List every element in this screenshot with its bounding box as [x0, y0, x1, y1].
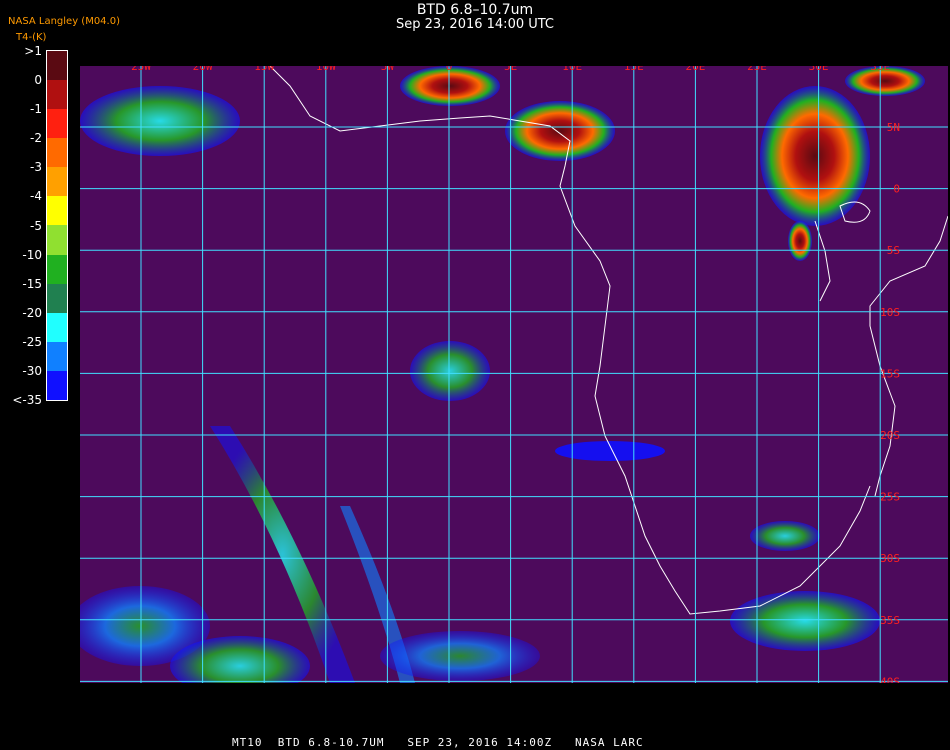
cloud-central-africa-storm — [760, 86, 870, 226]
latitude-label: 15S — [880, 367, 900, 380]
footer-caption: MT10 BTD 6.8-10.7UM SEP 23, 2016 14:00Z … — [232, 736, 644, 749]
legend-swatch — [47, 109, 67, 139]
cloud-south-atlantic-patch — [410, 341, 490, 401]
longitude-label: 5W — [381, 66, 395, 73]
legend-label: -10 — [22, 247, 42, 262]
east-africa-coast — [869, 215, 948, 497]
legend-swatch — [47, 254, 67, 284]
cloud-equatorial-atlantic — [80, 86, 240, 156]
longitude-label: 10E — [562, 66, 582, 73]
legend-swatch — [47, 196, 67, 226]
legend-label: -5 — [30, 218, 42, 233]
credit-label: NASA Langley (M04.0) — [8, 16, 120, 27]
latitude-label: 30S — [880, 552, 900, 565]
longitude-label: 10W — [316, 66, 336, 73]
cloud-congo-cell — [788, 221, 812, 261]
latitude-label: 10S — [880, 306, 900, 319]
cloud-south-africa-east — [730, 591, 880, 651]
legend-swatch — [47, 341, 67, 371]
longitude-label: 20W — [193, 66, 213, 73]
legend-swatch — [47, 138, 67, 168]
legend-label: <-35 — [12, 393, 42, 407]
legend-label: -20 — [22, 305, 42, 320]
latitude-label: 25S — [880, 491, 900, 504]
legend-swatch — [47, 370, 67, 400]
cloud-namibia-blue — [555, 441, 665, 461]
legend-label: 0 — [34, 73, 42, 88]
legend-swatch — [47, 283, 67, 313]
longitude-label: 25E — [747, 66, 767, 73]
legend-label: -2 — [30, 131, 42, 146]
cloud-features — [80, 66, 925, 683]
longitude-label: 30E — [809, 66, 829, 73]
longitude-label: 15E — [624, 66, 644, 73]
cloud-south-band — [380, 631, 540, 681]
legend-label: -4 — [30, 189, 42, 204]
legend-swatch — [47, 51, 67, 81]
longitude-label: 5E — [504, 66, 517, 73]
latitude-label: 5S — [887, 244, 900, 257]
longitude-label: 35E — [870, 66, 890, 73]
latitude-label: 40S — [880, 675, 900, 683]
color-legend — [46, 50, 68, 401]
latitude-label: 0 — [893, 183, 900, 196]
timestamp: Sep 23, 2016 14:00 UTC — [395, 17, 555, 32]
longitude-label: 15W — [254, 66, 274, 73]
legend-swatch — [47, 167, 67, 197]
legend-label: -25 — [22, 334, 42, 349]
longitude-label: 25W — [131, 66, 151, 73]
map-canvas: 25W 20W 15W 10W 5W 0 5E 10E 15E 20E 25E 30E 35E 5N 0 5S… — [80, 66, 948, 683]
product-title: BTD 6.8–10.7um — [416, 2, 534, 18]
cloud-south-africa-patch — [750, 521, 820, 551]
longitude-label: 0 — [446, 66, 453, 73]
legend-label: -3 — [30, 160, 42, 175]
legend-label: -30 — [22, 363, 42, 378]
units-label: T4-(K) — [16, 32, 47, 43]
legend-swatch — [47, 312, 67, 342]
latitude-label: 20S — [880, 429, 900, 442]
legend-label: -1 — [30, 102, 42, 117]
latitude-label: 35S — [880, 614, 900, 627]
latitude-label: 5N — [887, 121, 900, 134]
legend-label: -15 — [22, 276, 42, 291]
legend-swatch — [47, 80, 67, 110]
legend-swatch — [47, 225, 67, 255]
longitude-label: 20E — [685, 66, 705, 73]
legend-label: >1 — [24, 44, 42, 58]
cloud-cameroon-storm — [505, 101, 615, 161]
lake-tanganyika — [814, 220, 831, 302]
satellite-map: 25W 20W 15W 10W 5W 0 5E 10E 15E 20E 25E 30E 35E 5N 0 5S… — [80, 66, 948, 683]
